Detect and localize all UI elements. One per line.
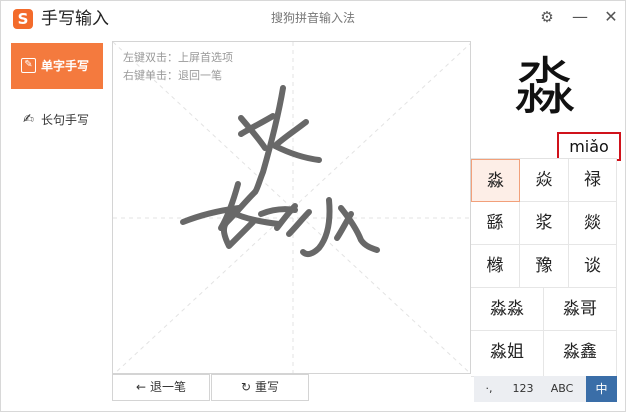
close-icon[interactable]: ✕: [601, 7, 621, 27]
rewrite-button[interactable]: ↻ 重写: [211, 374, 309, 401]
rewrite-label: 重写: [255, 380, 280, 394]
candidate-1[interactable]: 淼: [471, 159, 520, 202]
hint-right-click: 右键单击：退回一笔: [123, 69, 222, 82]
refresh-icon: ↻: [240, 380, 252, 394]
pad-buttons: ← 退一笔 ↻ 重写: [112, 374, 312, 402]
title-bar: S 手写输入 搜狗拼音输入法 ⚙ — ✕: [1, 1, 625, 35]
long-sentence-handwriting-icon: ✍: [23, 112, 34, 127]
candidate-6[interactable]: 燚: [569, 202, 617, 245]
undo-stroke-button[interactable]: ← 退一笔: [112, 374, 210, 401]
sidebar-item-single-char[interactable]: ✎ 单字手写: [11, 43, 103, 89]
ink-strokes: [180, 85, 380, 258]
candidate-3[interactable]: 禄: [569, 159, 617, 202]
candidate-7[interactable]: 橼: [471, 245, 520, 288]
recognition-preview: 淼 miǎo: [472, 41, 621, 161]
gear-icon[interactable]: ⚙: [537, 7, 557, 27]
candidate-13[interactable]: 淼鑫: [544, 331, 617, 377]
mode-sidebar: ✎ 单字手写 ✍ 长句手写: [1, 35, 109, 411]
letter-mode-button[interactable]: ABC: [542, 376, 582, 402]
chinese-mode-button[interactable]: 中: [586, 376, 617, 402]
candidate-11[interactable]: 淼哥: [544, 288, 617, 331]
pinyin-label: miǎo: [557, 132, 621, 161]
handwriting-window: S 手写输入 搜狗拼音输入法 ⚙ — ✕ ✎ 单字手写 ✍ 长句手写 左键双击：…: [0, 0, 626, 412]
window-title: 搜狗拼音输入法: [270, 11, 355, 25]
single-char-handwriting-icon: ✎: [21, 58, 36, 73]
candidate-grid: 淼 焱 禄 繇 浆 燚 橼 豫 谈 淼淼 淼哥 淼姐 淼鑫: [471, 158, 617, 377]
candidate-5[interactable]: 浆: [520, 202, 569, 245]
minimize-icon[interactable]: —: [570, 7, 590, 27]
candidate-2[interactable]: 焱: [520, 159, 569, 202]
sidebar-item-label: 单字手写: [41, 59, 90, 73]
input-mode-bar: ·, 123 ABC 中: [474, 376, 617, 402]
handwriting-pad[interactable]: 左键双击：上屏首选项 右键单击：退回一笔: [112, 41, 471, 374]
candidate-8[interactable]: 豫: [520, 245, 569, 288]
sidebar-item-long-sentence[interactable]: ✍ 长句手写: [11, 97, 103, 143]
candidate-4[interactable]: 繇: [471, 202, 520, 245]
hint-double-click: 左键双击：上屏首选项: [123, 51, 233, 64]
writing-canvas[interactable]: [113, 42, 471, 374]
preview-character: 淼: [513, 50, 576, 123]
sidebar-item-label: 长句手写: [41, 113, 90, 127]
undo-label: 退一笔: [150, 380, 187, 394]
number-mode-button[interactable]: 123: [504, 376, 542, 402]
candidate-12[interactable]: 淼姐: [471, 331, 544, 377]
arrow-left-icon: ←: [135, 380, 147, 394]
candidate-10[interactable]: 淼淼: [471, 288, 544, 331]
candidate-9[interactable]: 谈: [569, 245, 617, 288]
punctuation-mode-button[interactable]: ·,: [474, 376, 504, 402]
